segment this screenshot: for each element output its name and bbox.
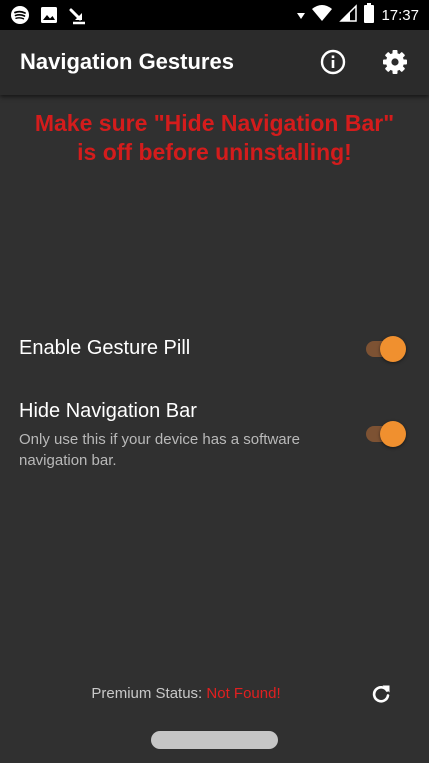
warning-line-1: Make sure "Hide Navigation Bar" [34, 110, 395, 136]
premium-status: Premium Status: Not Found! [0, 685, 372, 702]
warning-line-2: is off before uninstalling! [77, 139, 352, 165]
setting-title: Enable Gesture Pill [19, 337, 191, 359]
gear-icon [383, 50, 407, 74]
uninstall-warning: Make sure "Hide Navigation Bar" is off b… [10, 109, 419, 167]
setting-enable-gesture-pill[interactable]: Enable Gesture Pill [19, 337, 190, 360]
premium-status-value: Not Found! [206, 685, 281, 702]
image-icon [40, 6, 58, 29]
premium-status-label: Premium Status: [91, 685, 203, 702]
hide-navigation-bar-toggle[interactable] [366, 421, 406, 447]
toggle-thumb [380, 421, 406, 447]
app-bar: Navigation Gestures [0, 30, 429, 95]
status-bar: 17:37 [0, 0, 429, 30]
refresh-icon [372, 685, 390, 703]
toggle-thumb [380, 336, 406, 362]
info-button[interactable] [319, 48, 347, 76]
gesture-pill-toggle[interactable] [366, 336, 406, 362]
info-icon [320, 49, 346, 75]
signal-arrow-icon [297, 7, 306, 25]
settings-button[interactable] [381, 48, 409, 76]
status-bar-left [10, 5, 88, 30]
page-title: Navigation Gestures [20, 49, 234, 74]
cell-signal-icon [339, 4, 358, 27]
setting-title: Hide Navigation Bar [19, 400, 197, 422]
status-bar-right: 17:37 [297, 3, 419, 28]
refresh-button[interactable] [369, 682, 393, 706]
setting-hide-navigation-bar[interactable]: Hide Navigation Bar Only use this if you… [19, 400, 339, 471]
setting-summary: Only use this if your device has a softw… [19, 431, 300, 469]
spotify-icon [10, 5, 30, 30]
wifi-icon [311, 4, 333, 27]
download-icon [68, 5, 88, 30]
gesture-pill[interactable] [151, 731, 278, 749]
status-bar-time: 17:37 [381, 6, 419, 24]
battery-icon [363, 3, 375, 28]
